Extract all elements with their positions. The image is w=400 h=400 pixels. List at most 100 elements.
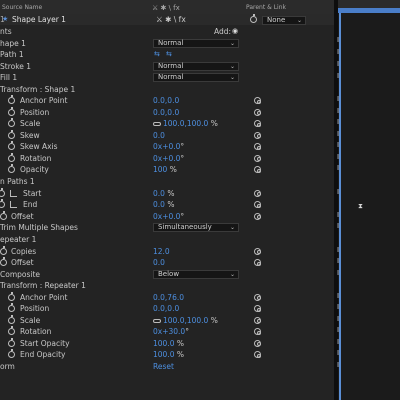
spiral-icon[interactable] <box>254 154 261 162</box>
stopwatch-icon[interactable] <box>8 129 15 139</box>
keyframe-icon[interactable]: I <box>337 211 342 219</box>
repeater-position-row[interactable]: Position 0.0,0.0 <box>0 303 334 314</box>
rotation-value[interactable]: 0x+0.0° <box>153 153 184 164</box>
start-opacity-row[interactable]: Start Opacity 100.0 % <box>0 337 334 349</box>
layer-transform-row[interactable]: orm Reset <box>0 361 334 372</box>
opacity-row[interactable]: Opacity 100 % <box>0 164 334 175</box>
keyframe-icon[interactable]: I <box>337 153 342 161</box>
skew-row[interactable]: Skew 0.0 <box>0 129 334 141</box>
contents-row[interactable]: nts Add: ◉ <box>0 26 334 37</box>
fill1-row[interactable]: Fill 1 Normal ⌄ <box>0 72 334 83</box>
trim-paths-row[interactable]: n Paths 1 <box>0 176 334 187</box>
work-area-bar[interactable] <box>338 8 400 13</box>
stroke1-blend-select[interactable]: Normal ⌄ <box>153 61 239 71</box>
skew-axis-value[interactable]: 0x+0.0° <box>153 141 184 152</box>
transform-repeater-row[interactable]: Transform : Repeater 1 <box>0 280 334 291</box>
stopwatch-icon[interactable] <box>8 106 15 116</box>
repeater-anchor-value[interactable]: 0.0,76.0 <box>153 292 184 303</box>
end-opacity-value[interactable]: 100.0 % <box>153 349 184 360</box>
keyframe-icon[interactable]: ⧗ <box>358 203 364 210</box>
start-opacity-value[interactable]: 100.0 % <box>153 338 184 349</box>
stroke1-row[interactable]: Stroke 1 Normal ⌄ <box>0 61 334 72</box>
trim-offset-value[interactable]: 0x+0.0° <box>153 211 184 222</box>
trim-offset-row[interactable]: Offset 0x+0.0° <box>0 210 334 222</box>
shape1-row[interactable]: hape 1 Normal ⌄ <box>0 38 334 49</box>
keyframe-icon[interactable]: I <box>337 164 342 172</box>
spiral-icon[interactable] <box>254 166 261 173</box>
parent-link-header[interactable]: Parent & Link <box>246 4 286 11</box>
anchor-point-value[interactable]: 0.0,0.0 <box>153 95 179 106</box>
stopwatch-icon[interactable] <box>0 245 7 255</box>
stopwatch-icon[interactable] <box>0 210 7 220</box>
spiral-icon[interactable] <box>254 131 261 139</box>
add-icon[interactable]: ◉ <box>232 28 239 35</box>
position-row[interactable]: Position 0.0,0.0 <box>0 106 334 118</box>
stopwatch-icon[interactable] <box>8 303 15 312</box>
spiral-icon[interactable] <box>254 108 261 116</box>
trim-multiple-select[interactable]: Simultaneously ⌄ <box>153 223 239 232</box>
stopwatch-icon[interactable] <box>0 199 5 208</box>
skew-axis-row[interactable]: Skew Axis 0x+0.0° <box>0 141 334 152</box>
transform-shape-row[interactable]: Transform : Shape 1 <box>0 84 334 95</box>
spiral-icon[interactable] <box>254 97 261 104</box>
repeater-scale-row[interactable]: Scale 100.0,100.0 % <box>0 314 334 326</box>
path-direction-icon[interactable]: ⇆ <box>166 51 173 58</box>
spiral-icon[interactable] <box>254 212 261 220</box>
repeater-row[interactable]: epeater 1 <box>0 234 334 245</box>
stopwatch-icon[interactable] <box>8 337 15 347</box>
keyframe-icon[interactable]: I <box>337 269 342 277</box>
stopwatch-icon[interactable] <box>8 152 15 162</box>
start-value[interactable]: 0.0 % <box>153 188 174 199</box>
path-direction-icon[interactable]: ⇆ <box>154 51 161 58</box>
keyframe-icon[interactable]: I <box>337 222 342 230</box>
position-value[interactable]: 0.0,0.0 <box>153 107 179 118</box>
spiral-icon[interactable] <box>254 259 261 266</box>
stopwatch-icon[interactable] <box>8 118 15 127</box>
layer-switch-icons[interactable]: ⚔ ✱ \ fx <box>156 14 186 25</box>
stopwatch-icon[interactable] <box>8 326 15 335</box>
keyframe-icon[interactable]: I <box>337 188 342 196</box>
copies-row[interactable]: Copies 12.0 <box>0 245 334 257</box>
keyframe-icon[interactable]: I <box>337 246 342 254</box>
stopwatch-icon[interactable] <box>0 187 5 197</box>
spiral-icon[interactable] <box>254 351 261 358</box>
trim-multiple-row[interactable]: Trim Multiple Shapes Simultaneously ⌄ <box>0 222 334 233</box>
keyframe-icon[interactable]: I <box>337 361 342 369</box>
source-name-header[interactable]: Source Name <box>2 4 42 11</box>
shape1-blend-select[interactable]: Normal ⌄ <box>153 38 239 48</box>
scale-value[interactable]: 100.0,100.0 % <box>153 118 218 129</box>
keyframe-icon[interactable]: I <box>337 130 342 138</box>
end-row[interactable]: End 0.0 % <box>0 199 334 210</box>
time-ruler[interactable] <box>338 0 400 8</box>
repeater-scale-value[interactable]: 100.0,100.0 % <box>153 315 218 326</box>
layer-row[interactable]: 1 ★ Shape Layer 1 ⚔ ✱ \ fx None ⌄ <box>0 14 334 26</box>
spiral-icon[interactable] <box>254 120 261 127</box>
keyframe-icon[interactable]: I <box>337 118 342 126</box>
repeater-position-value[interactable]: 0.0,0.0 <box>153 303 179 314</box>
scale-row[interactable]: Scale 100.0,100.0 % <box>0 118 334 129</box>
keyframe-icon[interactable]: I <box>337 141 342 149</box>
keyframe-icon[interactable]: I <box>337 349 342 357</box>
spiral-icon[interactable] <box>254 189 261 197</box>
keyframe-icon[interactable]: I <box>337 338 342 346</box>
repeater-anchor-row[interactable]: Anchor Point 0.0,76.0 <box>0 291 334 303</box>
repeater-offset-row[interactable]: Offset 0.0 <box>0 257 334 268</box>
repeater-rotation-value[interactable]: 0x+30.0° <box>153 326 189 337</box>
stopwatch-icon[interactable] <box>8 141 15 150</box>
end-opacity-row[interactable]: End Opacity 100.0 % <box>0 349 334 360</box>
spiral-icon[interactable] <box>254 201 261 208</box>
spiral-icon[interactable] <box>254 339 261 347</box>
stopwatch-icon[interactable] <box>0 257 7 266</box>
spiral-icon[interactable] <box>254 143 261 150</box>
repeater-offset-value[interactable]: 0.0 <box>153 257 165 268</box>
graph-icon[interactable] <box>10 189 17 197</box>
stopwatch-icon[interactable] <box>8 314 15 324</box>
keyframe-icon[interactable]: I <box>337 315 342 323</box>
rotation-row[interactable]: Rotation 0x+0.0° <box>0 152 334 164</box>
end-value[interactable]: 0.0 % <box>153 199 174 210</box>
spiral-icon[interactable] <box>254 247 261 255</box>
repeater-rotation-row[interactable]: Rotation 0x+30.0° <box>0 326 334 337</box>
keyframe-icon[interactable]: I <box>337 107 342 115</box>
layer-name[interactable]: Shape Layer 1 <box>12 14 66 25</box>
pickwhip-icon[interactable] <box>250 14 257 23</box>
